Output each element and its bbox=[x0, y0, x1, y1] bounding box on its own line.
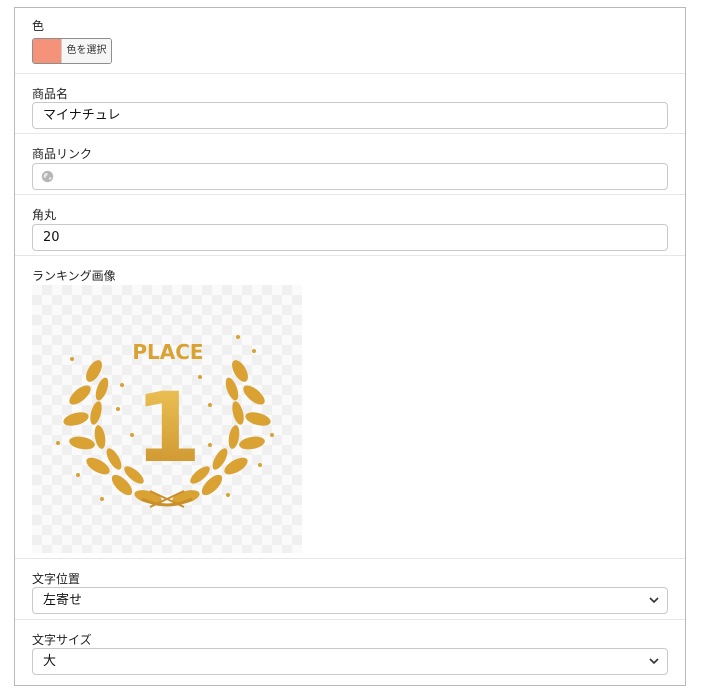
product-link-section: 商品リンク bbox=[15, 134, 685, 195]
product-link-input[interactable] bbox=[32, 163, 668, 190]
chevron-down-icon bbox=[649, 658, 659, 665]
chevron-down-icon bbox=[649, 597, 659, 604]
corner-radius-label: 角丸 bbox=[32, 208, 57, 222]
color-section: 色 色を選択 bbox=[15, 8, 685, 74]
text-size-value: 大 bbox=[43, 654, 57, 669]
color-picker-label: 色を選択 bbox=[61, 39, 111, 63]
text-size-select[interactable]: 大 bbox=[32, 648, 668, 675]
corner-radius-input[interactable]: 20 bbox=[32, 224, 668, 251]
product-link-label: 商品リンク bbox=[32, 147, 93, 161]
text-position-label: 文字位置 bbox=[32, 572, 81, 586]
laurel-badge-image: PLACE 1 bbox=[56, 335, 274, 508]
corner-radius-section: 角丸 20 bbox=[15, 195, 685, 256]
product-name-section: 商品名 マイナチュレ bbox=[15, 74, 685, 134]
color-picker-button[interactable]: 色を選択 bbox=[32, 38, 112, 64]
color-swatch bbox=[33, 39, 61, 63]
product-name-input[interactable]: マイナチュレ bbox=[32, 102, 668, 129]
badge-number-text: 1 bbox=[135, 372, 202, 484]
text-position-section: 文字位置 左寄せ bbox=[15, 559, 685, 620]
badge-place-text: PLACE bbox=[132, 340, 203, 364]
text-size-label: 文字サイズ bbox=[32, 633, 92, 647]
settings-panel: 色 色を選択 商品名 マイナチュレ 商品リンク 角丸 20 ランキング画像 PL… bbox=[14, 7, 686, 686]
text-size-section: 文字サイズ 大 bbox=[15, 620, 685, 687]
globe-icon bbox=[41, 170, 54, 183]
ranking-image[interactable]: PLACE 1 bbox=[32, 285, 302, 553]
text-position-value: 左寄せ bbox=[43, 593, 83, 608]
product-name-label: 商品名 bbox=[32, 87, 69, 101]
color-label: 色 bbox=[32, 19, 45, 33]
ranking-image-label: ランキング画像 bbox=[32, 269, 116, 283]
text-position-select[interactable]: 左寄せ bbox=[32, 587, 668, 614]
